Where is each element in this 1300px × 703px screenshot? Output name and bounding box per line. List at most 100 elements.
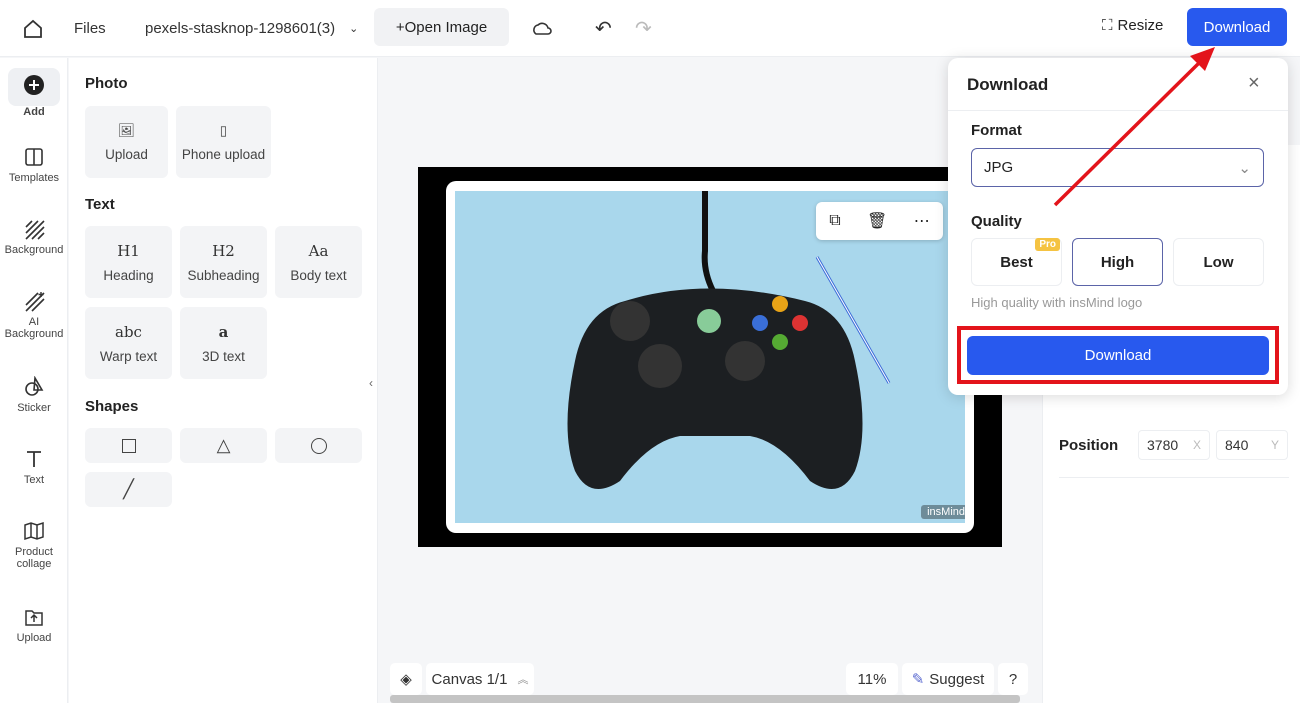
quality-best[interactable]: Best Pro <box>971 238 1062 286</box>
circle-shape[interactable] <box>275 428 362 463</box>
element-toolbar: ⧉ 🗑 ⋯ <box>816 202 943 240</box>
redo-icon[interactable]: ↷ <box>635 0 652 57</box>
y-value: 840 <box>1225 437 1249 453</box>
collapse-panel-icon[interactable]: ‹ <box>369 376 373 390</box>
quality-label: Quality <box>971 213 1022 230</box>
position-label: Position <box>1059 437 1119 454</box>
tile-label: Upload <box>105 146 148 162</box>
warp-text-tile[interactable]: abc Warp text <box>85 307 172 379</box>
rail-item-background[interactable]: Background <box>0 218 68 256</box>
popup-download-button[interactable]: Download <box>967 336 1269 375</box>
rail-item-sticker[interactable]: Sticker <box>0 376 68 414</box>
home-icon[interactable] <box>22 0 44 57</box>
position-y-input[interactable]: 840 Y <box>1216 430 1288 460</box>
tile-label: Phone upload <box>181 146 266 162</box>
line-shape[interactable]: ╱ <box>85 472 172 507</box>
undo-icon[interactable]: ↶ <box>595 0 612 57</box>
suggest-icon: ✎ <box>911 671 925 688</box>
layers-icon[interactable]: ◈ <box>390 663 422 695</box>
chevron-down-icon: ⌄ <box>349 23 359 35</box>
resize-button[interactable]: ⛶ Resize <box>1102 17 1163 34</box>
download-popup: Download × Format JPG ⌄ Quality Best Pro H… <box>948 58 1288 395</box>
circle-icon <box>310 437 327 454</box>
horizontal-scrollbar[interactable] <box>390 695 1020 703</box>
quality-high[interactable]: High <box>1072 238 1163 286</box>
close-icon[interactable]: × <box>1248 72 1260 95</box>
tile-label: Heading <box>103 267 154 283</box>
quality-option-label: Low <box>1203 253 1234 271</box>
rail-label: Background <box>4 244 64 256</box>
canvas-area: insMind ⧉ 🗑 ⋯ <box>379 58 1042 703</box>
format-select[interactable]: JPG ⌄ <box>971 148 1264 187</box>
suggest-label: Suggest <box>929 670 985 688</box>
x-label: X <box>1192 438 1201 452</box>
suggest-button[interactable]: ✎ Suggest <box>902 663 994 695</box>
game-controller-image <box>567 191 891 489</box>
rail-item-add[interactable]: Add <box>0 68 68 118</box>
upload-tile[interactable]: 🖼 Upload <box>85 106 168 178</box>
chevron-up-icon: ︽ <box>517 674 529 686</box>
subheading-tile[interactable]: H2 Subheading <box>180 226 267 298</box>
background-icon <box>25 220 45 240</box>
square-shape[interactable] <box>85 428 172 463</box>
glyph: abc <box>115 322 142 341</box>
rail-item-product-collage[interactable]: Product collage <box>0 520 68 570</box>
glyph: Aa <box>308 241 329 260</box>
rail-item-text[interactable]: Text <box>0 448 68 486</box>
position-x-input[interactable]: 3780 X <box>1138 430 1210 460</box>
phone-upload-tile[interactable]: ▯ Phone upload <box>176 106 271 178</box>
rail-item-upload[interactable]: Upload <box>0 606 68 644</box>
sticker-icon <box>25 376 44 396</box>
quality-option-label: High <box>1100 253 1135 271</box>
tile-label: Subheading <box>187 267 260 283</box>
canvas-pages-button[interactable]: Canvas 1/1 ︽ <box>426 663 534 695</box>
files-link[interactable]: Files <box>74 0 106 57</box>
popup-title: Download <box>967 75 1049 94</box>
pro-badge: Pro <box>1035 238 1060 251</box>
format-label: Format <box>971 122 1022 139</box>
resize-label: Resize <box>1117 17 1164 34</box>
quality-hint: High quality with insMind logo <box>971 295 1143 310</box>
filename: pexels-stasknop-1298601(3) <box>145 20 336 37</box>
help-button[interactable]: ? <box>998 663 1028 695</box>
canvas-label: Canvas 1/1 <box>431 670 508 688</box>
3d-text-tile[interactable]: a 3D text <box>180 307 267 379</box>
rail-item-ai-background[interactable]: AI Background <box>0 290 68 340</box>
y-label: Y <box>1270 438 1279 452</box>
watermark: insMind <box>921 505 965 519</box>
square-icon <box>121 438 136 453</box>
crop-icon: ⛶ <box>1102 17 1113 34</box>
filename-dropdown[interactable]: pexels-stasknop-1298601(3) ⌄ <box>145 0 358 57</box>
heading-tile[interactable]: H1 Heading <box>85 226 172 298</box>
more-icon[interactable]: ⋯ <box>914 211 930 231</box>
body-text-tile[interactable]: Aa Body text <box>275 226 362 298</box>
glyph: H1 <box>117 241 140 260</box>
rail-item-templates[interactable]: Templates <box>0 146 68 184</box>
rail-label: Upload <box>16 632 52 644</box>
add-panel: Photo 🖼 Upload ▯ Phone upload Text H1 Headi… <box>69 58 378 703</box>
duplicate-icon[interactable]: ⧉ <box>829 212 840 230</box>
tile-label: Warp text <box>99 348 158 364</box>
tile-label: 3D text <box>202 348 245 364</box>
format-value: JPG <box>984 159 1014 176</box>
x-value: 3780 <box>1147 437 1179 453</box>
delete-icon[interactable]: 🗑 <box>867 211 887 231</box>
rail-label: Add <box>23 106 45 118</box>
divider <box>948 110 1288 111</box>
text-icon <box>27 451 41 467</box>
rail-label: Text <box>23 474 45 486</box>
rail-label: AI Background <box>4 316 64 340</box>
templates-icon <box>25 148 43 166</box>
triangle-shape[interactable]: △ <box>180 428 267 463</box>
zoom-level[interactable]: 11% <box>846 663 898 695</box>
phone-upload-icon: ▯ <box>219 122 228 138</box>
cloud-save-icon[interactable] <box>530 0 552 57</box>
quality-low[interactable]: Low <box>1173 238 1264 286</box>
tile-label: Body text <box>290 267 347 283</box>
controller-photo[interactable]: insMind <box>455 191 965 523</box>
top-bar: Files pexels-stasknop-1298601(3) ⌄ +Open … <box>0 0 1300 57</box>
open-image-button[interactable]: +Open Image <box>374 8 509 46</box>
chevron-down-icon: ⌄ <box>1238 159 1251 177</box>
line-icon: ╱ <box>123 479 134 499</box>
download-button[interactable]: Download <box>1187 8 1287 46</box>
